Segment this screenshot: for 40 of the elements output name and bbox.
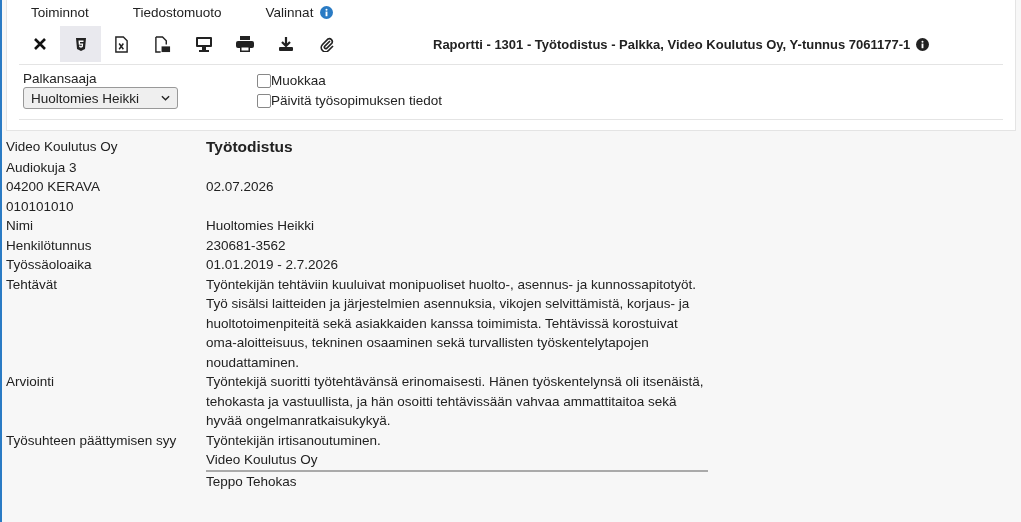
field-value: Työntekijän tehtäviin kuuluivat monipuoliset huolto-, asennus- ja kunnossapitotyöt. Työ sisälsi laitteiden ja järjestelmien asennuksia, vikojen selvittämistä, korjaus- ja huoltotoimenpiteitä sekä asiakkaiden kanssa toimimista. Tehtävissä korostuivat oma-aloitteisuus, tekninen osaaminen sekä turvallisten työskentelytapojen noudattaminen. bbox=[206, 276, 697, 370]
field-label: Palkansaaja bbox=[23, 71, 98, 87]
paperclip-icon bbox=[318, 36, 335, 52]
payee-dropdown[interactable]: Huoltomies Heikki bbox=[23, 87, 178, 109]
checkbox[interactable] bbox=[257, 94, 271, 108]
checkbox-label: Päivitä työsopimuksen tiedot bbox=[271, 92, 443, 110]
field-label: Henkilötunnus bbox=[6, 237, 92, 253]
print-icon bbox=[235, 36, 254, 52]
checkbox-label: Muokkaa bbox=[271, 72, 326, 90]
field-value: Työntekijän irtisanoutuminen. bbox=[206, 432, 381, 448]
field-label: Nimi bbox=[6, 218, 33, 233]
excel-file-icon bbox=[114, 35, 129, 53]
field-label: Arviointi bbox=[6, 374, 54, 389]
close-icon bbox=[31, 36, 48, 52]
report-title: Raportti - 1301 - Työtodistus - Palkka, Video Koulutus Oy, Y-tunnus 7061177-1 bbox=[433, 36, 911, 52]
field-value: Työntekijä suoritti työtehtävänsä erinomaisesti. Hänen työskentelynsä oli itsenäistä, tehokasta ja vastuullista, ja hän osoitti tehtävissään vahvaa ammattitaitoa sekä hyvää ongelmanratkaisukykyä. bbox=[206, 374, 704, 428]
monitor-icon bbox=[194, 36, 213, 52]
field-value: Huoltomies Heikki bbox=[206, 218, 315, 233]
phone-number: 010101010 bbox=[6, 198, 74, 214]
signature-company: Video Koulutus Oy bbox=[206, 452, 318, 467]
menu-item[interactable]: Valinnat bbox=[265, 4, 334, 20]
chevron-icon bbox=[161, 95, 170, 101]
address-line: Audiokuja 3 bbox=[6, 159, 77, 175]
html-button[interactable] bbox=[60, 26, 101, 62]
pdf-file-icon bbox=[154, 35, 171, 53]
signer-name: Teppo Tehokas bbox=[206, 473, 297, 489]
menu-item[interactable]: Tiedostomuoto bbox=[132, 4, 222, 20]
menu-item[interactable]: Toiminnot bbox=[31, 4, 89, 20]
document-title: Työtodistus bbox=[206, 138, 293, 155]
field-label: Työssäoloaika bbox=[6, 257, 92, 272]
field-label: Työsuhteen päättymisen syy bbox=[6, 432, 177, 448]
checkbox[interactable] bbox=[257, 74, 271, 88]
document-date: 02.07.2026 bbox=[206, 179, 274, 194]
info-icon bbox=[916, 37, 930, 51]
field-label: Tehtävät bbox=[6, 276, 58, 292]
company-name: Video Koulutus Oy bbox=[6, 139, 118, 154]
field-value: 230681-3562 bbox=[206, 237, 286, 253]
address-line: 04200 KERAVA bbox=[6, 179, 101, 194]
download-icon bbox=[277, 36, 294, 52]
field-value: 01.01.2019 - 2.7.2026 bbox=[206, 257, 339, 272]
